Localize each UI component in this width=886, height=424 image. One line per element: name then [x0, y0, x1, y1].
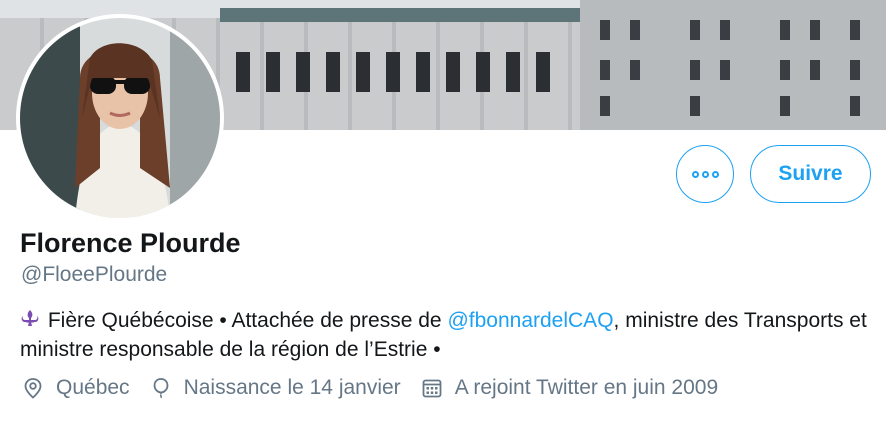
location-text: Québec: [56, 376, 130, 399]
banner-window: [386, 52, 400, 92]
banner-window: [536, 52, 550, 92]
banner-window: [850, 96, 860, 116]
balloon-icon: [150, 377, 172, 399]
banner-window: [780, 96, 790, 116]
banner-window: [720, 20, 730, 40]
banner-window: [416, 52, 430, 92]
banner-window: [266, 52, 280, 92]
banner-window: [850, 20, 860, 40]
bio-text-before: Fière Québécoise • Attachée de presse de: [47, 309, 448, 332]
banner-window: [810, 60, 820, 80]
banner-window: [476, 52, 490, 92]
banner-window: [690, 20, 700, 40]
more-options-button[interactable]: [676, 145, 734, 203]
banner-roof: [220, 8, 580, 22]
banner-window: [296, 52, 310, 92]
dot: [701, 170, 709, 178]
profile-handle: @FloeePlourde: [21, 263, 168, 286]
banner-window: [690, 96, 700, 116]
avatar-photo: [20, 18, 220, 218]
profile-meta: Québec Naissance le 14 janvier A rejoint…: [22, 376, 738, 400]
banner-window: [326, 52, 340, 92]
meta-birthday: Naissance le 14 janvier: [150, 376, 401, 400]
profile-avatar[interactable]: [16, 14, 224, 222]
banner-window: [720, 60, 730, 80]
banner-window: [630, 60, 640, 80]
dot: [691, 170, 699, 178]
banner-window: [600, 20, 610, 40]
banner-window: [780, 20, 790, 40]
birthday-text: Naissance le 14 janvier: [183, 376, 401, 399]
banner-window: [446, 52, 460, 92]
profile-bio: Fière Québécoise • Attachée de presse de…: [20, 306, 870, 364]
meta-location: Québec: [22, 376, 130, 400]
joined-text: A rejoint Twitter en juin 2009: [454, 376, 719, 399]
banner-window: [236, 52, 250, 92]
profile-page: Suivre Florence Plourde @FloeePlourde Fi…: [0, 0, 886, 424]
banner-window: [356, 52, 370, 92]
banner-window: [600, 96, 610, 116]
banner-window: [780, 60, 790, 80]
location-pin-icon: [22, 377, 44, 399]
fleur-de-lis-icon: [20, 306, 42, 335]
banner-window: [810, 20, 820, 40]
dot: [711, 170, 719, 178]
banner-window: [506, 52, 520, 92]
banner-window: [630, 20, 640, 40]
calendar-icon: [421, 377, 443, 399]
banner-window: [600, 60, 610, 80]
follow-button[interactable]: Suivre: [750, 145, 871, 203]
banner-window: [690, 60, 700, 80]
banner-building-right: [580, 0, 886, 130]
banner-window: [850, 60, 860, 80]
meta-joined: A rejoint Twitter en juin 2009: [421, 376, 718, 400]
more-options-icon: [691, 170, 719, 178]
profile-name: Florence Plourde: [20, 228, 241, 258]
bio-mention-link[interactable]: @fbonnardelCAQ: [447, 309, 613, 332]
